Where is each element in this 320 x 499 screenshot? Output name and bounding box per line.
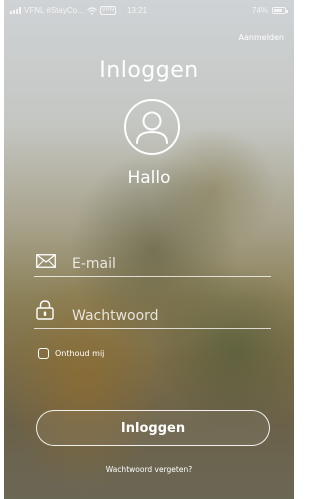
status-left: VFNL #StayCo... VPN [10,6,117,15]
page-title: Inloggen [99,58,199,83]
carrier-label: VFNL #StayCo... [24,6,84,15]
remember-me-row[interactable]: Onthoud mij [38,348,104,359]
password-input[interactable] [72,306,262,326]
email-input[interactable] [72,254,262,274]
vpn-badge: VPN [99,6,117,15]
password-field [34,300,271,329]
signal-bars-icon [10,7,21,14]
status-right: 74% [251,6,288,15]
register-link[interactable]: Aanmelden [239,33,284,42]
status-bar: VFNL #StayCo... VPN 13:21 74% [4,0,294,20]
login-button[interactable]: Inloggen [36,410,270,446]
greeting-text: Hallo [127,168,171,188]
status-time: 13:21 [127,6,148,15]
login-screen: VFNL #StayCo... VPN 13:21 74% Aanmelden … [4,0,294,499]
email-field [34,248,271,277]
padlock-icon [36,300,54,320]
user-circle-icon [124,99,180,155]
envelope-icon [36,254,56,268]
battery-percent: 74% [251,6,268,15]
wifi-icon [86,6,97,15]
device-frame: VFNL #StayCo... VPN 13:21 74% Aanmelden … [0,0,298,499]
remember-me-checkbox[interactable] [38,348,49,359]
forgot-password-link[interactable]: Wachtwoord vergeten? [4,465,294,474]
battery-icon [272,7,288,14]
remember-me-label: Onthoud mij [55,349,105,358]
